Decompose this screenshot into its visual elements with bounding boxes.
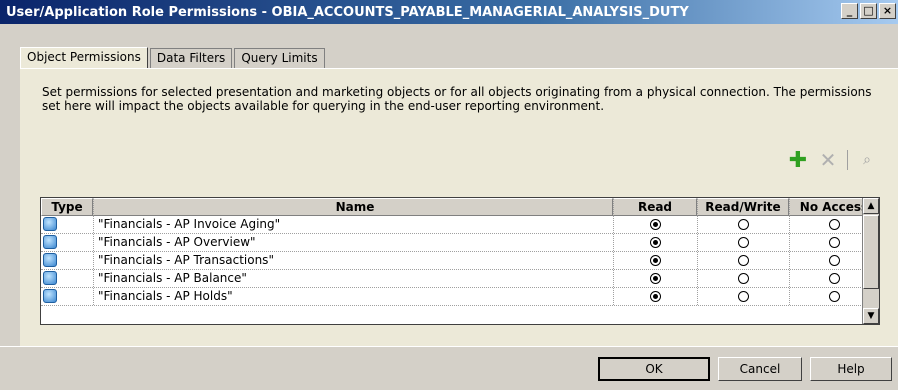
table-row[interactable]: "Financials - AP Holds": [41, 288, 879, 306]
read-radio[interactable]: [650, 291, 661, 302]
subject-area-icon: [43, 289, 57, 303]
ok-button[interactable]: OK: [598, 357, 710, 381]
no-access-radio[interactable]: [829, 219, 840, 230]
close-button[interactable]: ×: [879, 3, 896, 19]
column-header-read-write[interactable]: Read/Write: [697, 198, 789, 216]
scroll-down-icon[interactable]: ▼: [863, 308, 879, 324]
grid-header: Type Name Read Read/Write No Access: [41, 198, 879, 216]
subject-area-icon: [43, 217, 57, 231]
no-access-radio[interactable]: [829, 237, 840, 248]
tab-strip: Object Permissions Data Filters Query Li…: [20, 46, 327, 69]
no-access-radio[interactable]: [829, 255, 840, 266]
read-write-radio[interactable]: [738, 219, 749, 230]
permissions-grid: Type Name Read Read/Write No Access "Fin…: [40, 197, 880, 325]
binoculars-icon[interactable]: ⌕: [856, 149, 878, 171]
read-radio[interactable]: [650, 219, 661, 230]
read-write-radio[interactable]: [738, 237, 749, 248]
grid-toolbar: ✚ ✕ ⌕: [787, 148, 878, 173]
subject-area-icon: [43, 235, 57, 249]
x-icon[interactable]: ✕: [817, 148, 839, 172]
table-row[interactable]: "Financials - AP Invoice Aging": [41, 216, 879, 234]
scroll-thumb[interactable]: [863, 215, 879, 289]
plus-icon[interactable]: ✚: [787, 148, 809, 173]
object-permissions-panel: Set permissions for selected presentatio…: [20, 68, 898, 346]
subject-area-icon: [43, 271, 57, 285]
row-name[interactable]: "Financials - AP Overview": [93, 234, 613, 251]
column-header-read[interactable]: Read: [613, 198, 697, 216]
no-access-radio[interactable]: [829, 273, 840, 284]
read-radio[interactable]: [650, 273, 661, 284]
tab-query-limits[interactable]: Query Limits: [234, 48, 325, 68]
row-name[interactable]: "Financials - AP Balance": [93, 270, 613, 287]
column-header-name[interactable]: Name: [93, 198, 613, 216]
row-name[interactable]: "Financials - AP Transactions": [93, 252, 613, 269]
read-write-radio[interactable]: [738, 291, 749, 302]
read-write-radio[interactable]: [738, 273, 749, 284]
row-name[interactable]: "Financials - AP Invoice Aging": [93, 216, 613, 233]
no-access-radio[interactable]: [829, 291, 840, 302]
window-title: User/Application Role Permissions - OBIA…: [6, 4, 689, 20]
table-row[interactable]: "Financials - AP Transactions": [41, 252, 879, 270]
permissions-description: Set permissions for selected presentatio…: [42, 85, 872, 113]
read-radio[interactable]: [650, 237, 661, 248]
minimize-button[interactable]: _: [841, 3, 858, 19]
maximize-button[interactable]: □: [860, 3, 877, 19]
table-row[interactable]: "Financials - AP Overview": [41, 234, 879, 252]
cancel-button[interactable]: Cancel: [718, 357, 802, 381]
row-name[interactable]: "Financials - AP Holds": [93, 288, 613, 305]
tab-object-permissions[interactable]: Object Permissions: [20, 47, 148, 69]
grid-vertical-scrollbar[interactable]: ▲ ▼: [862, 198, 879, 324]
scroll-up-icon[interactable]: ▲: [863, 198, 879, 214]
window-titlebar: User/Application Role Permissions - OBIA…: [0, 0, 898, 24]
help-button[interactable]: Help: [810, 357, 892, 381]
tab-data-filters[interactable]: Data Filters: [149, 48, 233, 68]
dialog-footer: OK Cancel Help: [0, 346, 898, 390]
table-row[interactable]: "Financials - AP Balance": [41, 270, 879, 288]
read-write-radio[interactable]: [738, 255, 749, 266]
toolbar-separator: [847, 150, 848, 170]
subject-area-icon: [43, 253, 57, 267]
read-radio[interactable]: [650, 255, 661, 266]
column-header-type[interactable]: Type: [41, 198, 93, 216]
